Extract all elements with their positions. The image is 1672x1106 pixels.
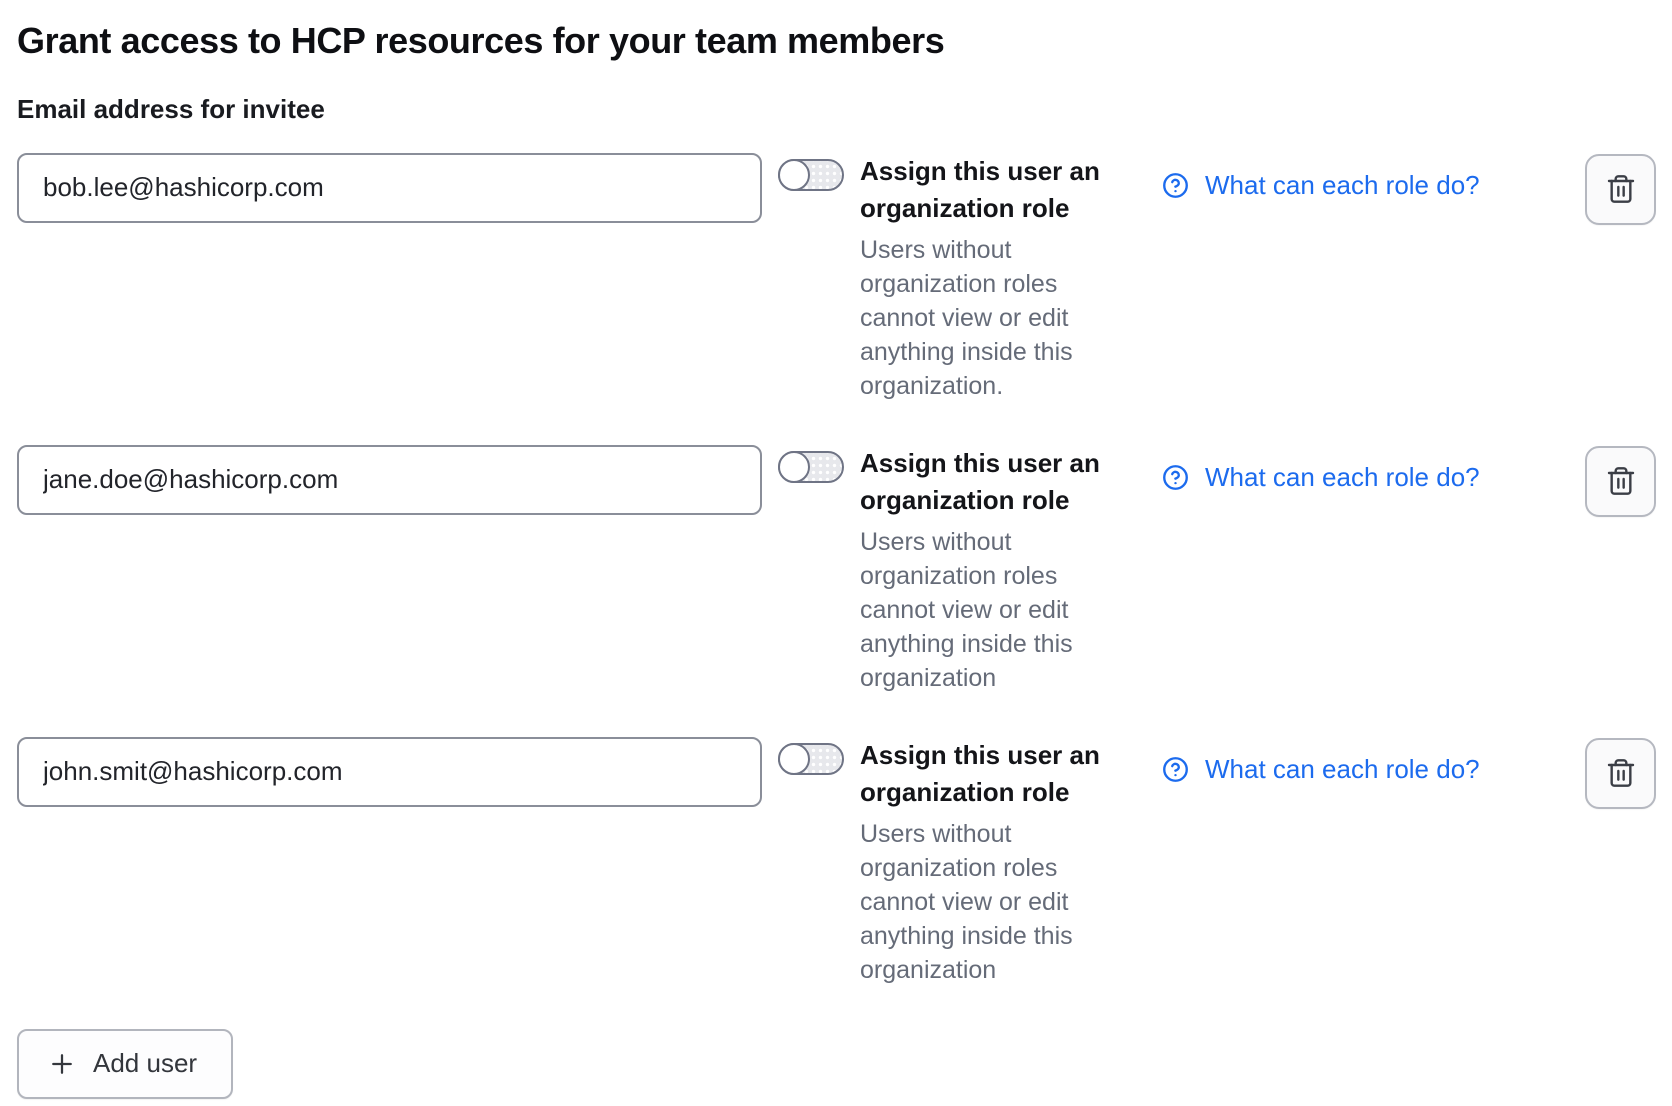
add-user-button-label: Add user bbox=[93, 1048, 197, 1079]
email-input[interactable] bbox=[17, 737, 762, 807]
help-link-column: What can each role do? bbox=[1136, 445, 1569, 496]
role-help-link-label: What can each role do? bbox=[1205, 754, 1480, 785]
question-circle-icon bbox=[1162, 756, 1189, 783]
role-help-link[interactable]: What can each role do? bbox=[1162, 754, 1480, 785]
org-role-toggle-label: Assign this user an organization role bbox=[860, 153, 1120, 227]
question-circle-icon bbox=[1162, 464, 1189, 491]
help-link-column: What can each role do? bbox=[1136, 153, 1569, 204]
org-role-helper-text: Users without organization roles cannot … bbox=[860, 817, 1120, 987]
org-role-text-block: Assign this user an organization role Us… bbox=[860, 737, 1120, 987]
invite-row: Assign this user an organization role Us… bbox=[17, 737, 1656, 987]
org-role-text-block: Assign this user an organization role Us… bbox=[860, 445, 1120, 695]
org-role-toggle[interactable] bbox=[778, 743, 844, 775]
delete-row-button[interactable] bbox=[1585, 154, 1656, 225]
trash-icon bbox=[1605, 465, 1637, 497]
role-help-link-label: What can each role do? bbox=[1205, 462, 1480, 493]
org-role-toggle-label: Assign this user an organization role bbox=[860, 737, 1120, 811]
trash-icon bbox=[1605, 173, 1637, 205]
email-input[interactable] bbox=[17, 445, 762, 515]
org-role-text-block: Assign this user an organization role Us… bbox=[860, 153, 1120, 403]
help-link-column: What can each role do? bbox=[1136, 737, 1569, 788]
toggle-knob bbox=[778, 743, 810, 775]
org-role-toggle[interactable] bbox=[778, 451, 844, 483]
email-field-label: Email address for invitee bbox=[17, 94, 1656, 125]
delete-row-button[interactable] bbox=[1585, 738, 1656, 809]
trash-icon bbox=[1605, 757, 1637, 789]
invite-row: Assign this user an organization role Us… bbox=[17, 445, 1656, 695]
role-help-link-label: What can each role do? bbox=[1205, 170, 1480, 201]
question-circle-icon bbox=[1162, 172, 1189, 199]
add-user-button[interactable]: Add user bbox=[17, 1029, 233, 1099]
invite-users-form: Grant access to HCP resources for your t… bbox=[0, 0, 1672, 1099]
org-role-toggle[interactable] bbox=[778, 159, 844, 191]
delete-row-button[interactable] bbox=[1585, 446, 1656, 517]
toggle-knob bbox=[778, 451, 810, 483]
toggle-knob bbox=[778, 159, 810, 191]
role-help-link[interactable]: What can each role do? bbox=[1162, 462, 1480, 493]
org-role-toggle-label: Assign this user an organization role bbox=[860, 445, 1120, 519]
page-title: Grant access to HCP resources for your t… bbox=[17, 20, 1656, 61]
org-role-helper-text: Users without organization roles cannot … bbox=[860, 233, 1120, 403]
plus-icon bbox=[47, 1049, 77, 1079]
role-help-link[interactable]: What can each role do? bbox=[1162, 170, 1480, 201]
org-role-helper-text: Users without organization roles cannot … bbox=[860, 525, 1120, 695]
email-input[interactable] bbox=[17, 153, 762, 223]
invite-row: Assign this user an organization role Us… bbox=[17, 153, 1656, 403]
